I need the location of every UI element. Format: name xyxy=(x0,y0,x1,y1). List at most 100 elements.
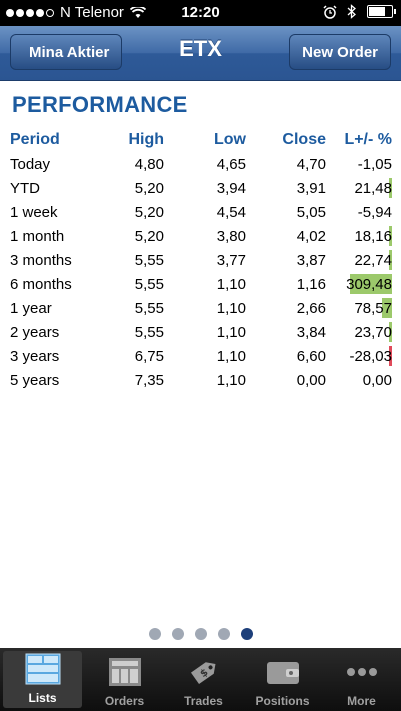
header-high: High xyxy=(128,131,164,148)
bluetooth-icon xyxy=(347,4,356,19)
cell-close: 1,16 xyxy=(296,275,326,293)
cell-change-percent: 309,48 xyxy=(326,272,392,296)
lists-icon xyxy=(24,652,62,686)
cell-high: 5,55 xyxy=(134,323,164,341)
table-row: 3 years 6,75 1,10 6,60 -28,03 xyxy=(10,344,392,368)
cell-high: 6,75 xyxy=(134,347,164,365)
cell-high: 5,20 xyxy=(134,179,164,197)
change-percent-value: -1,05 xyxy=(357,155,392,173)
table-header-row: Period High Low Close L+/- % xyxy=(10,128,392,152)
table-row: YTD 5,20 3,94 3,91 21,48 xyxy=(10,176,392,200)
cell-high: 4,80 xyxy=(134,155,164,173)
cell-close: 3,87 xyxy=(296,251,326,269)
page-dot[interactable] xyxy=(148,628,161,640)
page-indicator[interactable] xyxy=(0,628,401,640)
cell-close: 5,05 xyxy=(296,203,326,221)
cell-period: 5 years xyxy=(10,371,60,389)
page-dot[interactable] xyxy=(217,628,230,640)
change-percent-value: 18,16 xyxy=(354,227,392,245)
more-icon xyxy=(343,655,381,689)
change-percent-value: -5,94 xyxy=(357,203,392,221)
alarm-clock-icon xyxy=(323,4,337,19)
cell-low: 1,10 xyxy=(216,275,246,293)
cell-period: 6 months xyxy=(10,275,72,293)
change-percent-value: 21,48 xyxy=(354,179,392,197)
tab-more[interactable]: More xyxy=(322,648,401,711)
cell-low: 3,77 xyxy=(216,251,246,269)
page-dot[interactable] xyxy=(171,628,184,640)
cell-high: 5,55 xyxy=(134,299,164,317)
cell-low: 1,10 xyxy=(216,323,246,341)
cell-period: 1 year xyxy=(10,299,52,317)
cell-period: 2 years xyxy=(10,323,60,341)
cell-change-percent: 23,70 xyxy=(326,320,392,344)
cell-close: 2,66 xyxy=(296,299,326,317)
tab-lists[interactable]: Lists xyxy=(3,651,82,708)
navigation-bar: Mina Aktier ETX New Order xyxy=(0,26,401,81)
tab-trades[interactable]: $ Trades xyxy=(164,648,243,711)
orders-icon xyxy=(106,655,144,689)
cell-close: 3,84 xyxy=(296,323,326,341)
cell-low: 4,65 xyxy=(216,155,246,173)
change-percent-value: 0,00 xyxy=(362,371,392,389)
trades-icon: $ xyxy=(185,655,223,689)
cell-change-percent: -28,03 xyxy=(326,344,392,368)
tab-label: Lists xyxy=(28,691,57,705)
cell-high: 5,55 xyxy=(134,251,164,269)
table-row: 1 week 5,20 4,54 5,05 -5,94 xyxy=(10,200,392,224)
cell-change-percent: 0,00 xyxy=(326,368,392,392)
new-order-button[interactable]: New Order xyxy=(289,34,391,70)
tab-label: Trades xyxy=(184,694,223,708)
tab-label: Positions xyxy=(255,694,310,708)
cell-close: 4,02 xyxy=(296,227,326,245)
cell-low: 3,80 xyxy=(216,227,246,245)
change-percent-value: 309,48 xyxy=(346,275,392,293)
cell-close: 4,70 xyxy=(296,155,326,173)
page-dot[interactable] xyxy=(194,628,207,640)
cell-close: 0,00 xyxy=(296,371,326,389)
header-change-percent: L+/- % xyxy=(344,131,392,148)
cell-low: 4,54 xyxy=(216,203,246,221)
tab-label: More xyxy=(347,694,376,708)
cell-low: 1,10 xyxy=(216,347,246,365)
cell-change-percent: -1,05 xyxy=(326,152,392,176)
performance-table: Period High Low Close L+/- % Today 4,80 4,… xyxy=(10,128,392,392)
change-percent-value: 23,70 xyxy=(354,323,392,341)
cell-change-percent: -5,94 xyxy=(326,200,392,224)
cell-high: 7,35 xyxy=(134,371,164,389)
header-period: Period xyxy=(10,131,60,148)
change-percent-value: 22,74 xyxy=(354,251,392,269)
tab-bar: Lists Orders $ Trades Positions More xyxy=(0,648,401,711)
cell-change-percent: 21,48 xyxy=(326,176,392,200)
cell-change-percent: 78,57 xyxy=(326,296,392,320)
tab-label: Orders xyxy=(104,694,145,708)
change-percent-value: -28,03 xyxy=(349,347,392,365)
cell-period: 3 months xyxy=(10,251,72,269)
cell-period: 1 month xyxy=(10,227,65,245)
cell-high: 5,20 xyxy=(134,227,164,245)
tab-orders[interactable]: Orders xyxy=(85,648,164,711)
cell-period: 3 years xyxy=(10,347,60,365)
page-dot[interactable] xyxy=(240,628,253,640)
table-row: 5 years 7,35 1,10 0,00 0,00 xyxy=(10,368,392,392)
table-row: 3 months 5,55 3,77 3,87 22,74 xyxy=(10,248,392,272)
cell-low: 3,94 xyxy=(216,179,246,197)
tab-positions[interactable]: Positions xyxy=(243,648,322,711)
table-row: 2 years 5,55 1,10 3,84 23,70 xyxy=(10,320,392,344)
table-row: 6 months 5,55 1,10 1,16 309,48 xyxy=(10,272,392,296)
table-row: 1 month 5,20 3,80 4,02 18,16 xyxy=(10,224,392,248)
battery-icon xyxy=(367,5,396,18)
status-right xyxy=(323,4,396,19)
cell-period: Today xyxy=(10,155,51,173)
table-row: 1 year 5,55 1,10 2,66 78,57 xyxy=(10,296,392,320)
cell-period: 1 week xyxy=(10,203,58,221)
header-close: Close xyxy=(282,131,326,148)
cell-high: 5,20 xyxy=(134,203,164,221)
section-title: PERFORMANCE xyxy=(12,92,188,117)
cell-period: YTD xyxy=(10,179,40,197)
cell-close: 3,91 xyxy=(296,179,326,197)
positions-icon xyxy=(264,655,302,689)
cell-low: 1,10 xyxy=(216,371,246,389)
change-percent-value: 78,57 xyxy=(354,299,392,317)
cell-low: 1,10 xyxy=(216,299,246,317)
